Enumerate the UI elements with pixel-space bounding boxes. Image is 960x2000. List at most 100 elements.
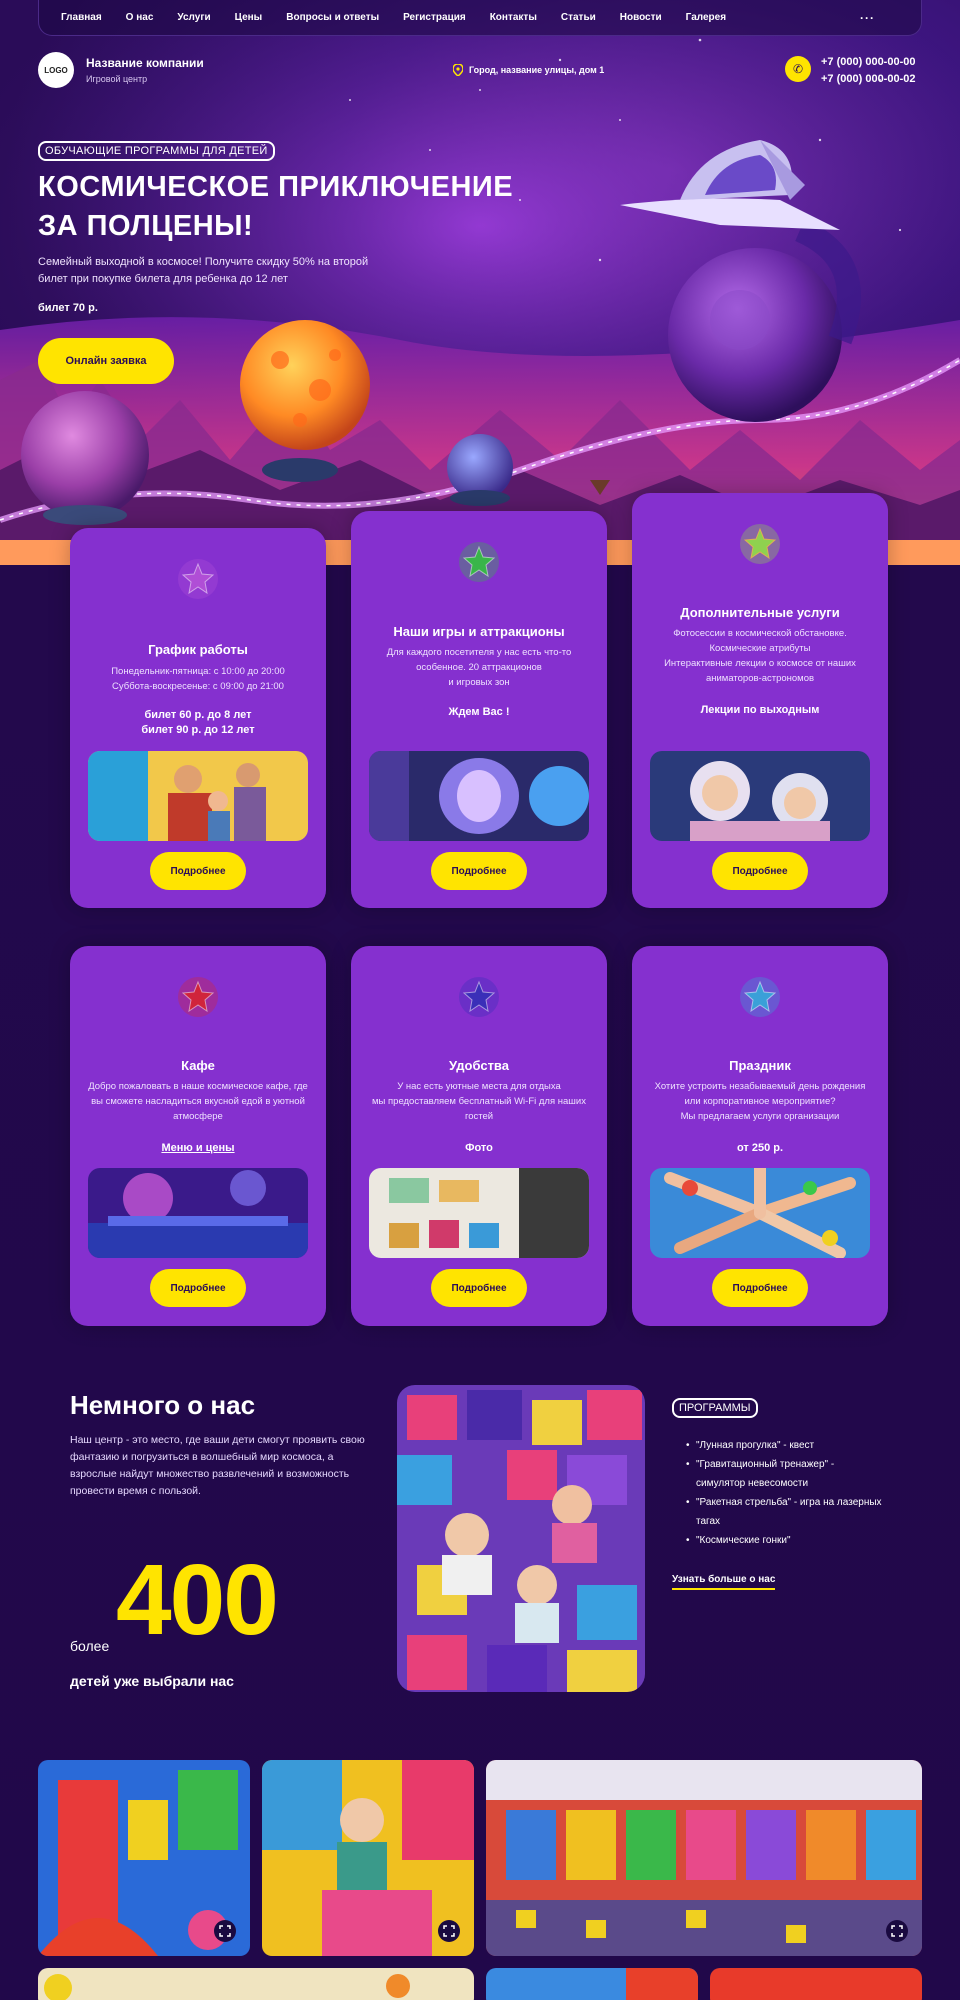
card-text-line: мы предоставляем бесплатный Wi-Fi для на… xyxy=(372,1096,586,1122)
hero-title-line-1: КОСМИЧЕСКОЕ ПРИКЛЮЧЕНИЕ xyxy=(38,171,514,203)
card-highlight: Лекции по выходным xyxy=(700,704,820,716)
star-gem-icon xyxy=(178,559,218,599)
expand-icon[interactable] xyxy=(438,1920,460,1942)
card-more-button[interactable]: Подробнее xyxy=(150,852,246,890)
card-text: У нас есть уютные места для отдыха мы пр… xyxy=(367,1079,591,1124)
address-text: Город, название улицы, дом 1 xyxy=(469,65,605,75)
card-text: Фотосессии в космической обстановке. Кос… xyxy=(648,626,872,686)
nav-item-faq[interactable]: Вопросы и ответы xyxy=(286,12,379,23)
card-more-button[interactable]: Подробнее xyxy=(431,852,527,890)
star-gem-icon xyxy=(740,977,780,1017)
gallery-image-blue[interactable] xyxy=(486,1968,698,2000)
card-image-family xyxy=(88,751,308,841)
nav-item-contacts[interactable]: Контакты xyxy=(490,12,537,23)
card-more-button[interactable]: Подробнее xyxy=(712,852,808,890)
nav-item-home[interactable]: Главная xyxy=(61,12,102,23)
phone-numbers: +7 (000) 000-00-00 +7 (000) 000-00-02 xyxy=(821,54,915,88)
card-title: Удобства xyxy=(449,1058,509,1073)
card-extra-services: Дополнительные услуги Фотосессии в косми… xyxy=(632,493,888,908)
logo[interactable]: LOGO xyxy=(38,52,74,88)
card-text-line: Интерактивные лекции о космосе от наших … xyxy=(664,658,856,684)
card-cafe: Кафе Добро пожаловать в наше космическое… xyxy=(70,946,326,1326)
card-text-line: У нас есть уютные места для отдыха xyxy=(397,1081,561,1092)
card-games: Наши игры и аттракционы Для каждого посе… xyxy=(351,511,607,908)
hero-badge: ОБУЧАЮЩИЕ ПРОГРАММЫ ДЛЯ ДЕТЕЙ xyxy=(38,141,275,161)
address: Город, название улицы, дом 1 xyxy=(453,64,604,76)
top-navbar: Главная О нас Услуги Цены Вопросы и отве… xyxy=(38,0,922,36)
card-text: Добро пожаловать в наше космическое кафе… xyxy=(88,1081,308,1122)
company-name: Название компании xyxy=(86,56,204,70)
card-text: Понедельник-пятница: с 10:00 до 20:00 Су… xyxy=(86,664,310,694)
star-gem-icon xyxy=(740,524,780,564)
programs-badge: ПРОГРАММЫ xyxy=(672,1398,758,1418)
gallery-image-trampoline-hall[interactable] xyxy=(486,1760,922,1956)
card-text-line: Суббота-воскресенье: с 09:00 до 21:00 xyxy=(112,681,284,692)
hero-title-line-2: ЗА ПОЛЦЕНЫ! xyxy=(38,210,254,242)
nav-item-articles[interactable]: Статьи xyxy=(561,12,596,23)
nav-item-about[interactable]: О нас xyxy=(126,12,154,23)
card-text-line: и игровых зон xyxy=(448,677,510,688)
nav-item-prices[interactable]: Цены xyxy=(235,12,263,23)
star-gem-icon xyxy=(459,542,499,582)
nav-item-news[interactable]: Новости xyxy=(620,12,662,23)
card-image-astronaut-kids xyxy=(650,751,870,841)
hero-title: КОСМИЧЕСКОЕ ПРИКЛЮЧЕНИЕ ЗА ПОЛЦЕНЫ! xyxy=(38,168,558,246)
card-prices: билет 60 р. до 8 лет билет 90 р. до 12 л… xyxy=(70,708,326,738)
program-item: "Гравитационный тренажер" - симулятор не… xyxy=(686,1455,886,1493)
card-party: Праздник Хотите устроить незабываемый де… xyxy=(632,946,888,1326)
phone-icon[interactable]: ✆ xyxy=(785,56,811,82)
about-image-kids-cubes xyxy=(397,1385,645,1692)
about-title: Немного о нас xyxy=(70,1390,256,1420)
expand-icon[interactable] xyxy=(214,1920,236,1942)
menu-prices-link[interactable]: Меню и цены xyxy=(70,1141,326,1156)
card-image-party-hands xyxy=(650,1168,870,1258)
card-image-cafe xyxy=(88,1168,308,1258)
card-title: Праздник xyxy=(729,1058,791,1073)
card-price-line: билет 60 р. до 8 лет xyxy=(144,709,252,721)
hero-description: Семейный выходной в космосе! Получите ск… xyxy=(38,256,369,285)
program-item: "Ракетная стрельба" - игра на лазерных т… xyxy=(686,1493,886,1531)
phone-1[interactable]: +7 (000) 000-00-00 xyxy=(821,54,915,71)
nav-item-services[interactable]: Услуги xyxy=(177,12,210,23)
gallery-image-kid-ride[interactable] xyxy=(262,1760,474,1956)
stat-caption: детей уже выбрали нас xyxy=(70,1673,234,1689)
card-more-button[interactable]: Подробнее xyxy=(150,1269,246,1307)
card-schedule: График работы Понедельник-пятница: с 10:… xyxy=(70,528,326,908)
program-item: "Лунная прогулка" - квест xyxy=(686,1436,886,1455)
learn-more-link[interactable]: Узнать больше о нас xyxy=(672,1574,776,1590)
phone-2[interactable]: +7 (000) 000-00-02 xyxy=(821,71,915,88)
nav-more-icon[interactable]: ··· xyxy=(860,11,875,25)
programs-list: "Лунная прогулка" - квест "Гравитационны… xyxy=(686,1436,886,1550)
card-title: Наши игры и аттракционы xyxy=(393,624,565,639)
card-text-line: Для каждого посетителя у нас есть что-то… xyxy=(386,647,572,673)
nav-item-gallery[interactable]: Галерея xyxy=(686,12,726,23)
card-image-lounge xyxy=(369,1168,589,1258)
card-title: График работы xyxy=(148,642,248,657)
stat-number: 400 xyxy=(116,1544,279,1656)
gallery-image-red[interactable] xyxy=(710,1968,922,2000)
card-highlight: Ждем Вас ! xyxy=(448,706,510,718)
card-more-button[interactable]: Подробнее xyxy=(712,1269,808,1307)
page: Главная О нас Услуги Цены Вопросы и отве… xyxy=(0,0,960,2000)
site-header: LOGO Название компании Игровой центр Гор… xyxy=(38,52,922,88)
card-more-button[interactable]: Подробнее xyxy=(431,1269,527,1307)
card-price-line: билет 90 р. до 12 лет xyxy=(141,724,255,736)
hero-price: билет 70 р. xyxy=(38,302,98,314)
nav-item-registration[interactable]: Регистрация xyxy=(403,12,466,23)
card-text-line: Фотосессии в космической обстановке. xyxy=(673,628,847,639)
star-gem-icon xyxy=(178,977,218,1017)
expand-icon[interactable] xyxy=(886,1920,908,1942)
company-subtitle: Игровой центр xyxy=(86,74,148,84)
online-request-button[interactable]: Онлайн заявка xyxy=(38,338,174,384)
stat-prefix: более xyxy=(70,1638,110,1654)
card-image-spaceship-interior xyxy=(369,751,589,841)
gallery-image-playground[interactable] xyxy=(38,1760,250,1956)
location-pin-icon xyxy=(453,64,463,76)
gallery-image-party-decor[interactable] xyxy=(38,1968,474,2000)
card-text-line: Понедельник-пятница: с 10:00 до 20:00 xyxy=(111,666,285,677)
about-text: Наш центр - это место, где ваши дети смо… xyxy=(70,1434,365,1497)
card-amenities: Удобства У нас есть уютные места для отд… xyxy=(351,946,607,1326)
card-title: Кафе xyxy=(181,1058,215,1073)
program-item: "Космические гонки" xyxy=(686,1531,886,1550)
card-highlight: Фото xyxy=(465,1142,493,1154)
